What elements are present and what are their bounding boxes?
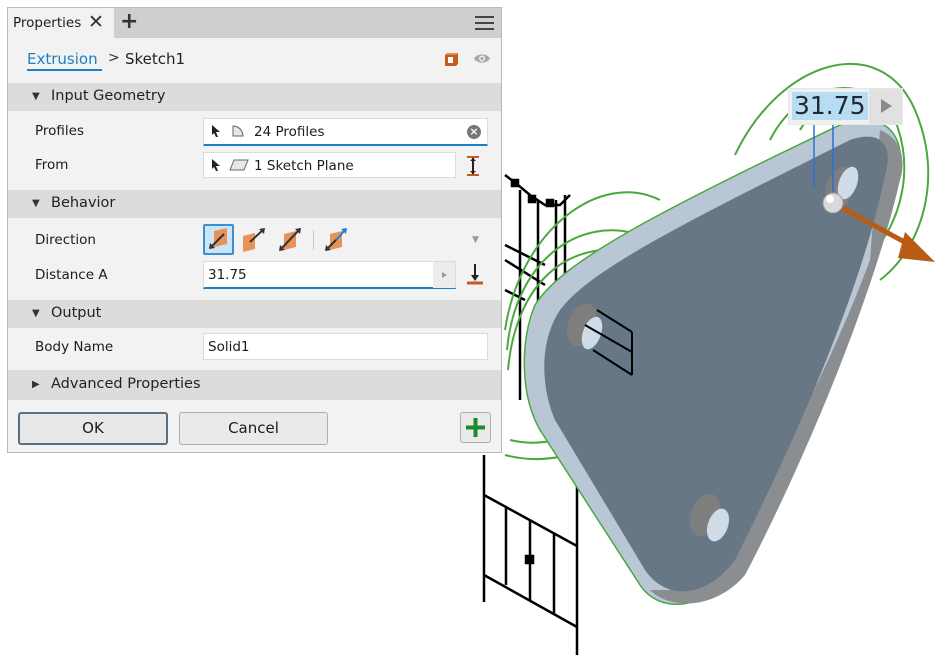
extents-icon[interactable] <box>465 155 481 177</box>
select-cursor-icon <box>212 159 220 171</box>
section-title: Input Geometry <box>51 88 166 104</box>
section-title: Advanced Properties <box>51 376 201 392</box>
body-name-input[interactable]: Solid1 <box>203 333 488 360</box>
plus-icon[interactable]: + <box>120 9 138 34</box>
breadcrumb-separator: > <box>108 50 120 66</box>
from-value: 1 Sketch Plane <box>254 158 354 174</box>
section-title: Output <box>51 305 102 321</box>
distance-heads-up-input[interactable]: 31.75 <box>788 88 903 125</box>
button-group-divider <box>313 230 314 250</box>
from-selector[interactable]: 1 Sketch Plane <box>203 152 456 178</box>
section-behavior[interactable]: ▼ Behavior <box>8 190 501 218</box>
play-arrow-icon <box>881 99 892 113</box>
section-input-geometry[interactable]: ▼ Input Geometry <box>8 83 501 111</box>
distance-a-label: Distance A <box>35 267 108 283</box>
part-body-icon[interactable] <box>444 51 460 67</box>
direction-label: Direction <box>35 232 96 248</box>
tab-properties[interactable]: Properties ✕ <box>8 8 114 38</box>
panel-tab-bar: Properties ✕ + <box>8 8 501 38</box>
breadcrumb-current: Sketch1 <box>125 50 186 68</box>
distance-direction-icon[interactable] <box>465 262 485 286</box>
profiles-selector[interactable]: 24 Profiles × <box>203 118 488 146</box>
distance-heads-up-value[interactable]: 31.75 <box>792 92 868 120</box>
distance-menu-button[interactable] <box>869 89 902 124</box>
hamburger-menu-icon[interactable] <box>475 16 494 31</box>
body-name-value: Solid1 <box>208 339 250 355</box>
play-arrow-icon <box>442 272 447 278</box>
direction-button-group <box>203 224 363 255</box>
select-cursor-icon <box>212 125 220 137</box>
profile-icon <box>232 125 244 137</box>
direction-dropdown-arrow[interactable]: ▼ <box>472 235 479 245</box>
ok-button[interactable]: OK <box>18 412 168 445</box>
from-label: From <box>35 157 69 173</box>
cancel-button[interactable]: Cancel <box>179 412 328 445</box>
profiles-value: 24 Profiles <box>254 124 325 140</box>
distance-a-input[interactable]: 31.75 <box>203 261 456 289</box>
section-output[interactable]: ▼ Output <box>8 300 501 328</box>
sketch-plane-icon <box>229 159 249 171</box>
section-title: Behavior <box>51 195 116 211</box>
direction-default-button[interactable] <box>203 224 234 255</box>
distance-a-menu-button[interactable] <box>433 262 455 288</box>
caret-right-icon: ▶ <box>32 379 40 390</box>
breadcrumb: Extrusion > Sketch1 <box>8 38 501 82</box>
clear-selection-icon[interactable]: × <box>467 125 481 139</box>
caret-down-icon: ▼ <box>32 308 40 319</box>
direction-symmetric-button[interactable] <box>275 224 306 255</box>
caret-down-icon: ▼ <box>32 198 40 209</box>
direction-asymmetric-icon <box>325 228 347 251</box>
direction-asymmetric-button[interactable] <box>321 224 352 255</box>
profiles-label: Profiles <box>35 123 85 139</box>
distance-a-value: 31.75 <box>208 267 247 283</box>
caret-down-icon: ▼ <box>32 91 40 102</box>
tab-label: Properties <box>13 15 82 31</box>
apply-and-new-button[interactable] <box>460 412 491 443</box>
eye-icon[interactable] <box>473 52 491 65</box>
properties-panel: Properties ✕ + Extrusion > Sketch1 ▼ Inp… <box>7 7 502 453</box>
body-name-label: Body Name <box>35 339 114 355</box>
direction-symmetric-icon <box>279 228 301 251</box>
breadcrumb-extrusion-link[interactable]: Extrusion <box>27 50 102 71</box>
direction-flip-button[interactable] <box>239 224 270 255</box>
close-icon[interactable]: ✕ <box>88 11 104 33</box>
direction-default-icon <box>209 228 227 249</box>
direction-flip-icon <box>243 228 265 252</box>
plus-icon <box>466 418 485 437</box>
section-advanced-properties[interactable]: ▶ Advanced Properties <box>8 370 501 400</box>
